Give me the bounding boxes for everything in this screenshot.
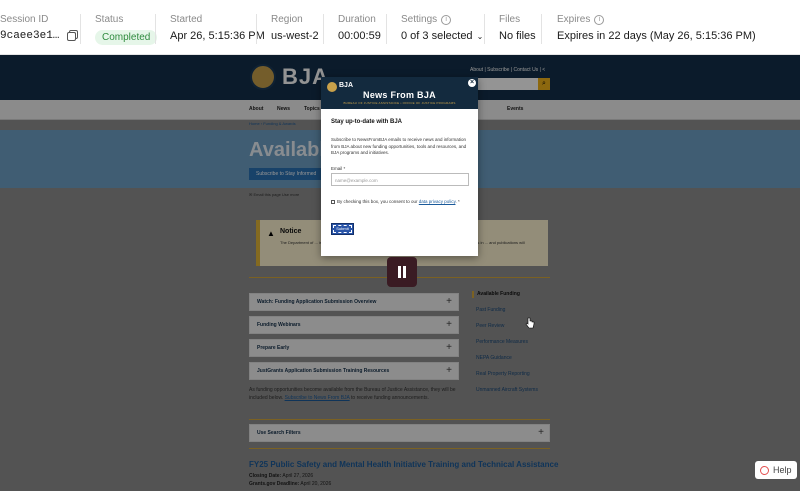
session-info-bar: Session ID 9caee3e1… Status Completed St… bbox=[0, 0, 800, 55]
expires-label: Expires bbox=[557, 14, 591, 25]
files-label: Files bbox=[499, 14, 521, 25]
modal-header: BJA × News From BJA BUREAU OF JUSTICE AS… bbox=[321, 77, 478, 109]
divider bbox=[80, 14, 81, 44]
submit-button[interactable]: Submit bbox=[331, 223, 354, 235]
modal-subtitle: BUREAU OF JUSTICE ASSISTANCE • OFFICE OF… bbox=[343, 101, 456, 105]
modal-body: Subscribe to NewsFromBJA emails to recei… bbox=[331, 137, 467, 155]
divider bbox=[541, 14, 542, 44]
region-value: us-west-2 bbox=[271, 30, 319, 42]
divider bbox=[155, 14, 156, 44]
pause-icon[interactable] bbox=[387, 257, 417, 287]
info-icon[interactable]: i bbox=[594, 14, 605, 25]
hand-cursor-icon bbox=[525, 317, 535, 329]
started-value: Apr 26, 5:15:36 PM bbox=[170, 30, 265, 42]
email-label: Email * bbox=[331, 166, 346, 171]
divider bbox=[256, 14, 257, 44]
session-id-label: Session ID bbox=[0, 14, 49, 25]
help-icon bbox=[760, 465, 769, 475]
divider bbox=[386, 14, 387, 44]
modal-title: News From BJA bbox=[363, 90, 436, 100]
chevron-down-icon[interactable]: ⌄ bbox=[477, 32, 484, 41]
started-label: Started bbox=[170, 14, 203, 25]
copy-icon[interactable] bbox=[67, 31, 77, 41]
privacy-policy-link[interactable]: data privacy policy bbox=[419, 199, 456, 204]
close-icon[interactable]: × bbox=[468, 79, 476, 87]
duration-value: 00:00:59 bbox=[338, 30, 381, 42]
help-button[interactable]: Help bbox=[755, 461, 797, 479]
settings-value[interactable]: 0 of 3 selected bbox=[401, 30, 473, 42]
duration-label: Duration bbox=[338, 14, 376, 25]
email-field[interactable]: name@example.com bbox=[331, 173, 469, 186]
status-badge: Completed bbox=[95, 30, 158, 45]
consent-text: By checking this box, you consent to our bbox=[337, 199, 419, 204]
expires-value: Expires in 22 days (May 26, 5:15:36 PM) bbox=[557, 30, 756, 42]
files-value: No files bbox=[499, 30, 536, 42]
browser-viewport: BJA About | Subscribe | Contact Us | < ⌕… bbox=[0, 55, 800, 491]
help-label: Help bbox=[773, 465, 792, 475]
settings-label: Settings bbox=[401, 14, 438, 25]
consent-checkbox[interactable] bbox=[331, 199, 335, 204]
modal-brand: BJA bbox=[339, 82, 354, 89]
consent-row: By checking this box, you consent to our… bbox=[331, 199, 471, 205]
consent-text: . * bbox=[455, 199, 460, 204]
status-label: Status bbox=[95, 14, 124, 25]
divider bbox=[484, 14, 485, 44]
session-id-value: 9caee3e1… bbox=[0, 30, 60, 42]
info-icon[interactable]: i bbox=[441, 14, 452, 25]
region-label: Region bbox=[271, 14, 303, 25]
modal-heading: Stay up-to-date with BJA bbox=[331, 119, 403, 125]
newsletter-modal: BJA × News From BJA BUREAU OF JUSTICE AS… bbox=[321, 77, 478, 256]
divider bbox=[323, 14, 324, 44]
